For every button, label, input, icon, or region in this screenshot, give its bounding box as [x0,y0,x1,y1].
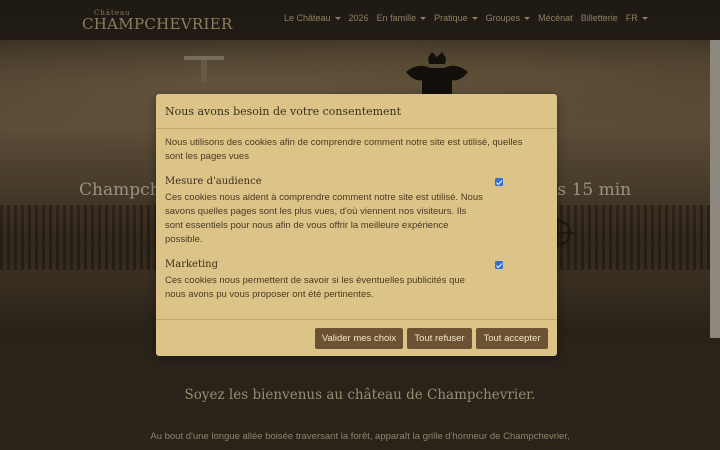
consent-dialog: Nous avons besoin de votre consentement … [156,94,557,356]
accept-all-button[interactable]: Tout accepter [476,328,548,349]
consent-dialog-header: Nous avons besoin de votre consentement [156,94,557,129]
refuse-all-button[interactable]: Tout refuser [407,328,472,349]
section-title-audience: Mesure d'audience [165,176,262,187]
section-desc-marketing: Ces cookies nous permettent de savoir si… [165,275,465,300]
validate-choices-button[interactable]: Valider mes choix [315,328,403,349]
marketing-checkbox[interactable] [495,261,503,269]
consent-title: Nous avons besoin de votre consentement [165,105,402,118]
audience-checkbox[interactable] [495,178,503,186]
consent-dialog-body: Nous utilisons des cookies afin de compr… [156,129,557,319]
consent-dialog-footer: Valider mes choix Tout refuser Tout acce… [156,319,557,356]
section-desc-audience: Ces cookies nous aident à comprendre com… [165,192,483,245]
section-title-marketing: Marketing [165,259,219,270]
consent-intro: Nous utilisons des cookies afin de compr… [165,137,523,162]
